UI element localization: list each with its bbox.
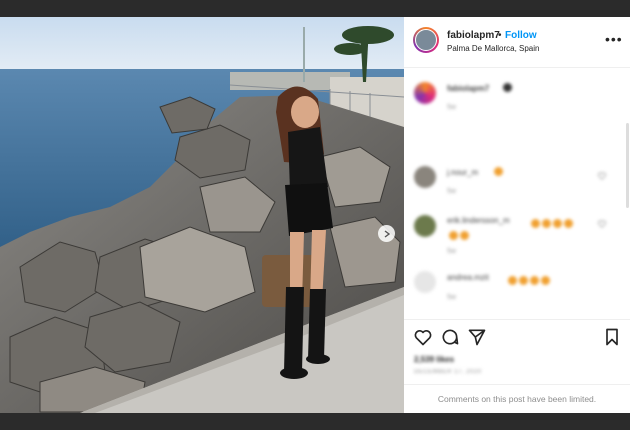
emoji-icon <box>531 219 540 229</box>
location-link[interactable]: Palma De Mallorca, Spain <box>447 44 539 53</box>
post-actions: 2,539 likes DECEMBER 17, 2020 Comments o… <box>404 319 630 414</box>
more-options-icon[interactable]: ••• <box>605 31 623 47</box>
emoji-icon <box>449 231 458 241</box>
follow-button[interactable]: Follow <box>505 30 537 41</box>
comment-username: andrea.mzit <box>447 273 489 282</box>
next-photo-button[interactable] <box>378 225 395 242</box>
post-date: DECEMBER 17, 2020 <box>414 369 482 375</box>
emoji-icon <box>460 231 469 241</box>
comment-meta: 5w <box>447 248 456 255</box>
emoji-icon <box>553 219 562 229</box>
share-icon[interactable] <box>467 327 487 347</box>
heart-icon[interactable] <box>598 172 606 180</box>
comment-username: erik.lindersson_m <box>447 216 510 225</box>
comments-limited-text: Comments on this post have been limited. <box>437 394 597 404</box>
bookmark-icon[interactable] <box>602 327 622 347</box>
emoji-icon <box>508 276 517 286</box>
comment-meta: 5w <box>447 104 456 111</box>
avatar[interactable] <box>413 27 439 53</box>
heart-icon[interactable] <box>598 220 606 228</box>
emoji-icon <box>519 276 528 286</box>
chevron-right-icon <box>384 229 390 238</box>
emoji-icon <box>542 219 551 229</box>
comments-list: fabiolapm7 5w j.nour_m 5w erik.lindersso… <box>404 68 630 319</box>
avatar <box>414 82 436 104</box>
avatar <box>414 166 436 188</box>
emoji-group <box>506 272 550 290</box>
avatar-image <box>415 29 437 51</box>
avatar <box>414 215 436 237</box>
emoji-icon <box>494 167 503 176</box>
emoji-icon <box>530 276 539 286</box>
emoji-group <box>529 215 573 233</box>
heart-icon[interactable] <box>413 327 433 347</box>
comment-meta: 5w <box>447 294 456 301</box>
verified-icon <box>503 83 512 92</box>
emoji-icon <box>541 276 550 286</box>
bottom-bar <box>0 413 630 430</box>
comment-icon[interactable] <box>440 327 460 347</box>
comment-username: j.nour_m <box>447 168 479 177</box>
avatar <box>414 271 436 293</box>
comment-meta: 5w <box>447 188 456 195</box>
post-header: fabiolapm7 • Follow Palma De Mallorca, S… <box>404 17 630 68</box>
emoji-icon <box>564 219 573 229</box>
post-side-panel: fabiolapm7 • Follow Palma De Mallorca, S… <box>404 17 630 413</box>
post-photo[interactable] <box>0 17 404 413</box>
likes-count[interactable]: 2,539 likes <box>414 355 454 364</box>
comment-username: fabiolapm7 <box>447 84 490 93</box>
comments-limited-notice: Comments on this post have been limited. <box>404 384 630 415</box>
emoji-group <box>447 227 469 245</box>
username-link[interactable]: fabiolapm7 <box>447 30 500 41</box>
top-bar <box>0 0 630 17</box>
separator-dot: • <box>498 30 502 41</box>
scrollbar[interactable] <box>626 123 629 208</box>
